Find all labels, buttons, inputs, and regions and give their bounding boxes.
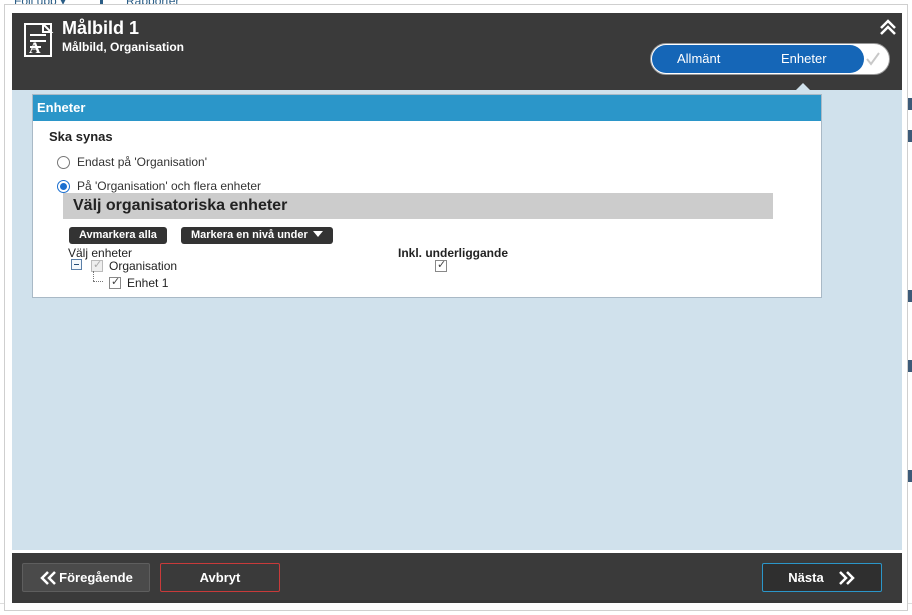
check-icon[interactable] xyxy=(863,49,883,69)
radio-label: Endast på 'Organisation' xyxy=(77,155,207,169)
deselect-all-button[interactable]: Avmarkera alla xyxy=(69,227,167,244)
double-chevron-up-icon[interactable] xyxy=(878,17,898,37)
dialog-footer: Föregående Avbryt Nästa xyxy=(12,553,902,603)
step-allmant[interactable]: Allmänt xyxy=(677,51,720,66)
tree-item-label: Enhet 1 xyxy=(127,276,169,290)
step-enheter[interactable]: Enheter xyxy=(781,51,827,66)
document-icon: A xyxy=(24,23,54,57)
radio-button[interactable] xyxy=(57,179,70,193)
next-button[interactable]: Nästa xyxy=(762,563,882,592)
svg-text:A: A xyxy=(29,40,41,57)
tree-checkbox[interactable] xyxy=(109,275,121,289)
tree-item-enhet-1[interactable]: Enhet 1 xyxy=(109,275,169,290)
tree-connector xyxy=(93,271,94,281)
org-units-title: Välj organisatoriska enheter xyxy=(63,193,773,219)
tree-collapse-icon[interactable] xyxy=(71,259,82,270)
previous-button[interactable]: Föregående xyxy=(22,563,150,592)
dialog-title: Målbild 1 xyxy=(62,18,140,38)
dialog-header: A Målbild 1 Målbild, Organisation Allmän… xyxy=(12,13,902,95)
double-chevron-right-icon xyxy=(838,570,855,585)
radio-label: På 'Organisation' och flera enheter xyxy=(77,179,262,193)
wizard-dialog: A Målbild 1 Målbild, Organisation Allmän… xyxy=(4,4,908,611)
cancel-button[interactable]: Avbryt xyxy=(160,563,280,592)
dialog-subtitle: Målbild, Organisation xyxy=(62,40,185,54)
previous-label: Föregående xyxy=(59,570,133,585)
double-chevron-left-icon xyxy=(40,570,57,585)
wizard-steps: Allmänt Enheter xyxy=(650,43,890,75)
radio-button[interactable] xyxy=(57,155,70,169)
radio-organisation-and-units[interactable]: På 'Organisation' och flera enheter xyxy=(57,179,261,193)
include-sub-organisation[interactable] xyxy=(435,258,447,272)
tree-connector xyxy=(93,281,103,282)
include-sub-checkbox[interactable] xyxy=(435,258,447,272)
caret-down-icon xyxy=(312,231,323,237)
radio-only-organisation[interactable]: Endast på 'Organisation' xyxy=(57,155,207,169)
panel-title: Enheter xyxy=(33,95,821,121)
background-page-right xyxy=(908,90,912,590)
section-label: Ska synas xyxy=(49,129,113,144)
tree-item-label: Organisation xyxy=(109,259,178,273)
dialog-content: Enheter Ska synas Endast på 'Organisatio… xyxy=(12,90,902,550)
cancel-label: Avbryt xyxy=(199,570,241,585)
col-include-header: Inkl. underliggande xyxy=(398,246,509,260)
mark-level-below-button[interactable]: Markera en nivå under xyxy=(181,227,333,244)
enheter-panel: Enheter Ska synas Endast på 'Organisatio… xyxy=(32,94,822,298)
tree-item-organisation[interactable]: Organisation xyxy=(91,258,178,273)
next-label: Nästa xyxy=(788,570,824,585)
mark-level-below-label: Markera en nivå under xyxy=(191,229,308,241)
